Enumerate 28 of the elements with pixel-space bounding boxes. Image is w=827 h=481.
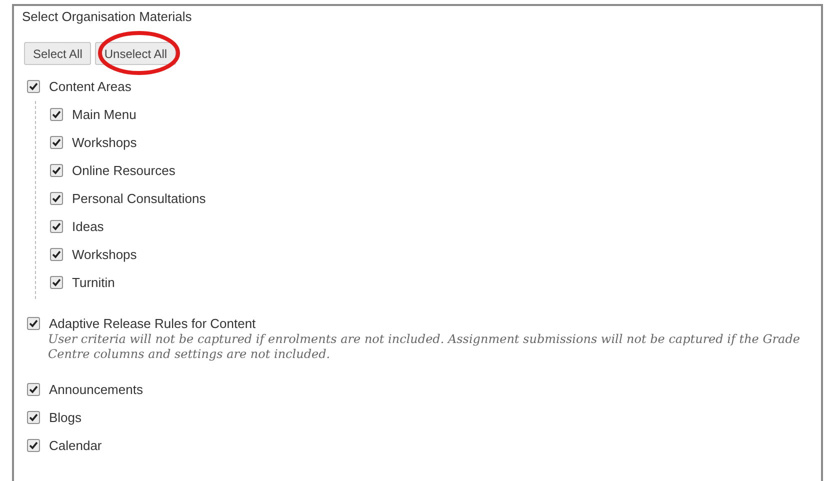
checkbox[interactable] [50, 276, 63, 289]
checkbox-label: Ideas [72, 218, 104, 236]
select-button[interactable]: Select All [24, 42, 92, 65]
checkbox-label: Workshops [72, 246, 137, 264]
checkbox-label: Announcements [49, 380, 143, 399]
checkbox[interactable] [27, 80, 40, 93]
checkbox[interactable] [27, 439, 40, 452]
checkbox-label: Adaptive Release Rules for Content [49, 314, 256, 333]
checkbox[interactable] [27, 411, 40, 424]
checkbox[interactable] [50, 164, 63, 177]
checkbox[interactable] [50, 220, 63, 233]
checkbox-label: Workshops [72, 134, 137, 152]
checkbox[interactable] [50, 248, 63, 261]
checkbox-label: Personal Consultations [72, 190, 206, 208]
checkbox-label: Content Areas [49, 78, 132, 96]
checkbox[interactable] [50, 136, 63, 149]
checkbox-label: Turnitin [72, 274, 115, 292]
section-title: Select Organisation Materials [22, 8, 193, 26]
checkbox-label: Calendar [49, 436, 102, 455]
checkbox[interactable] [50, 192, 63, 205]
checkbox-label: Main Menu [72, 106, 136, 124]
note-text: User criteria will not be captured if enrolments are not included. Assignment submissions will not be captured if the Grade Centre columns and settings are not included. [48, 332, 801, 362]
checkbox[interactable] [27, 383, 40, 396]
checkbox[interactable] [27, 317, 40, 330]
checkbox-label: Blogs [49, 408, 82, 427]
select-button[interactable]: Unselect All [95, 42, 176, 65]
checkbox-label: Online Resources [72, 162, 176, 180]
checkbox[interactable] [50, 108, 63, 121]
